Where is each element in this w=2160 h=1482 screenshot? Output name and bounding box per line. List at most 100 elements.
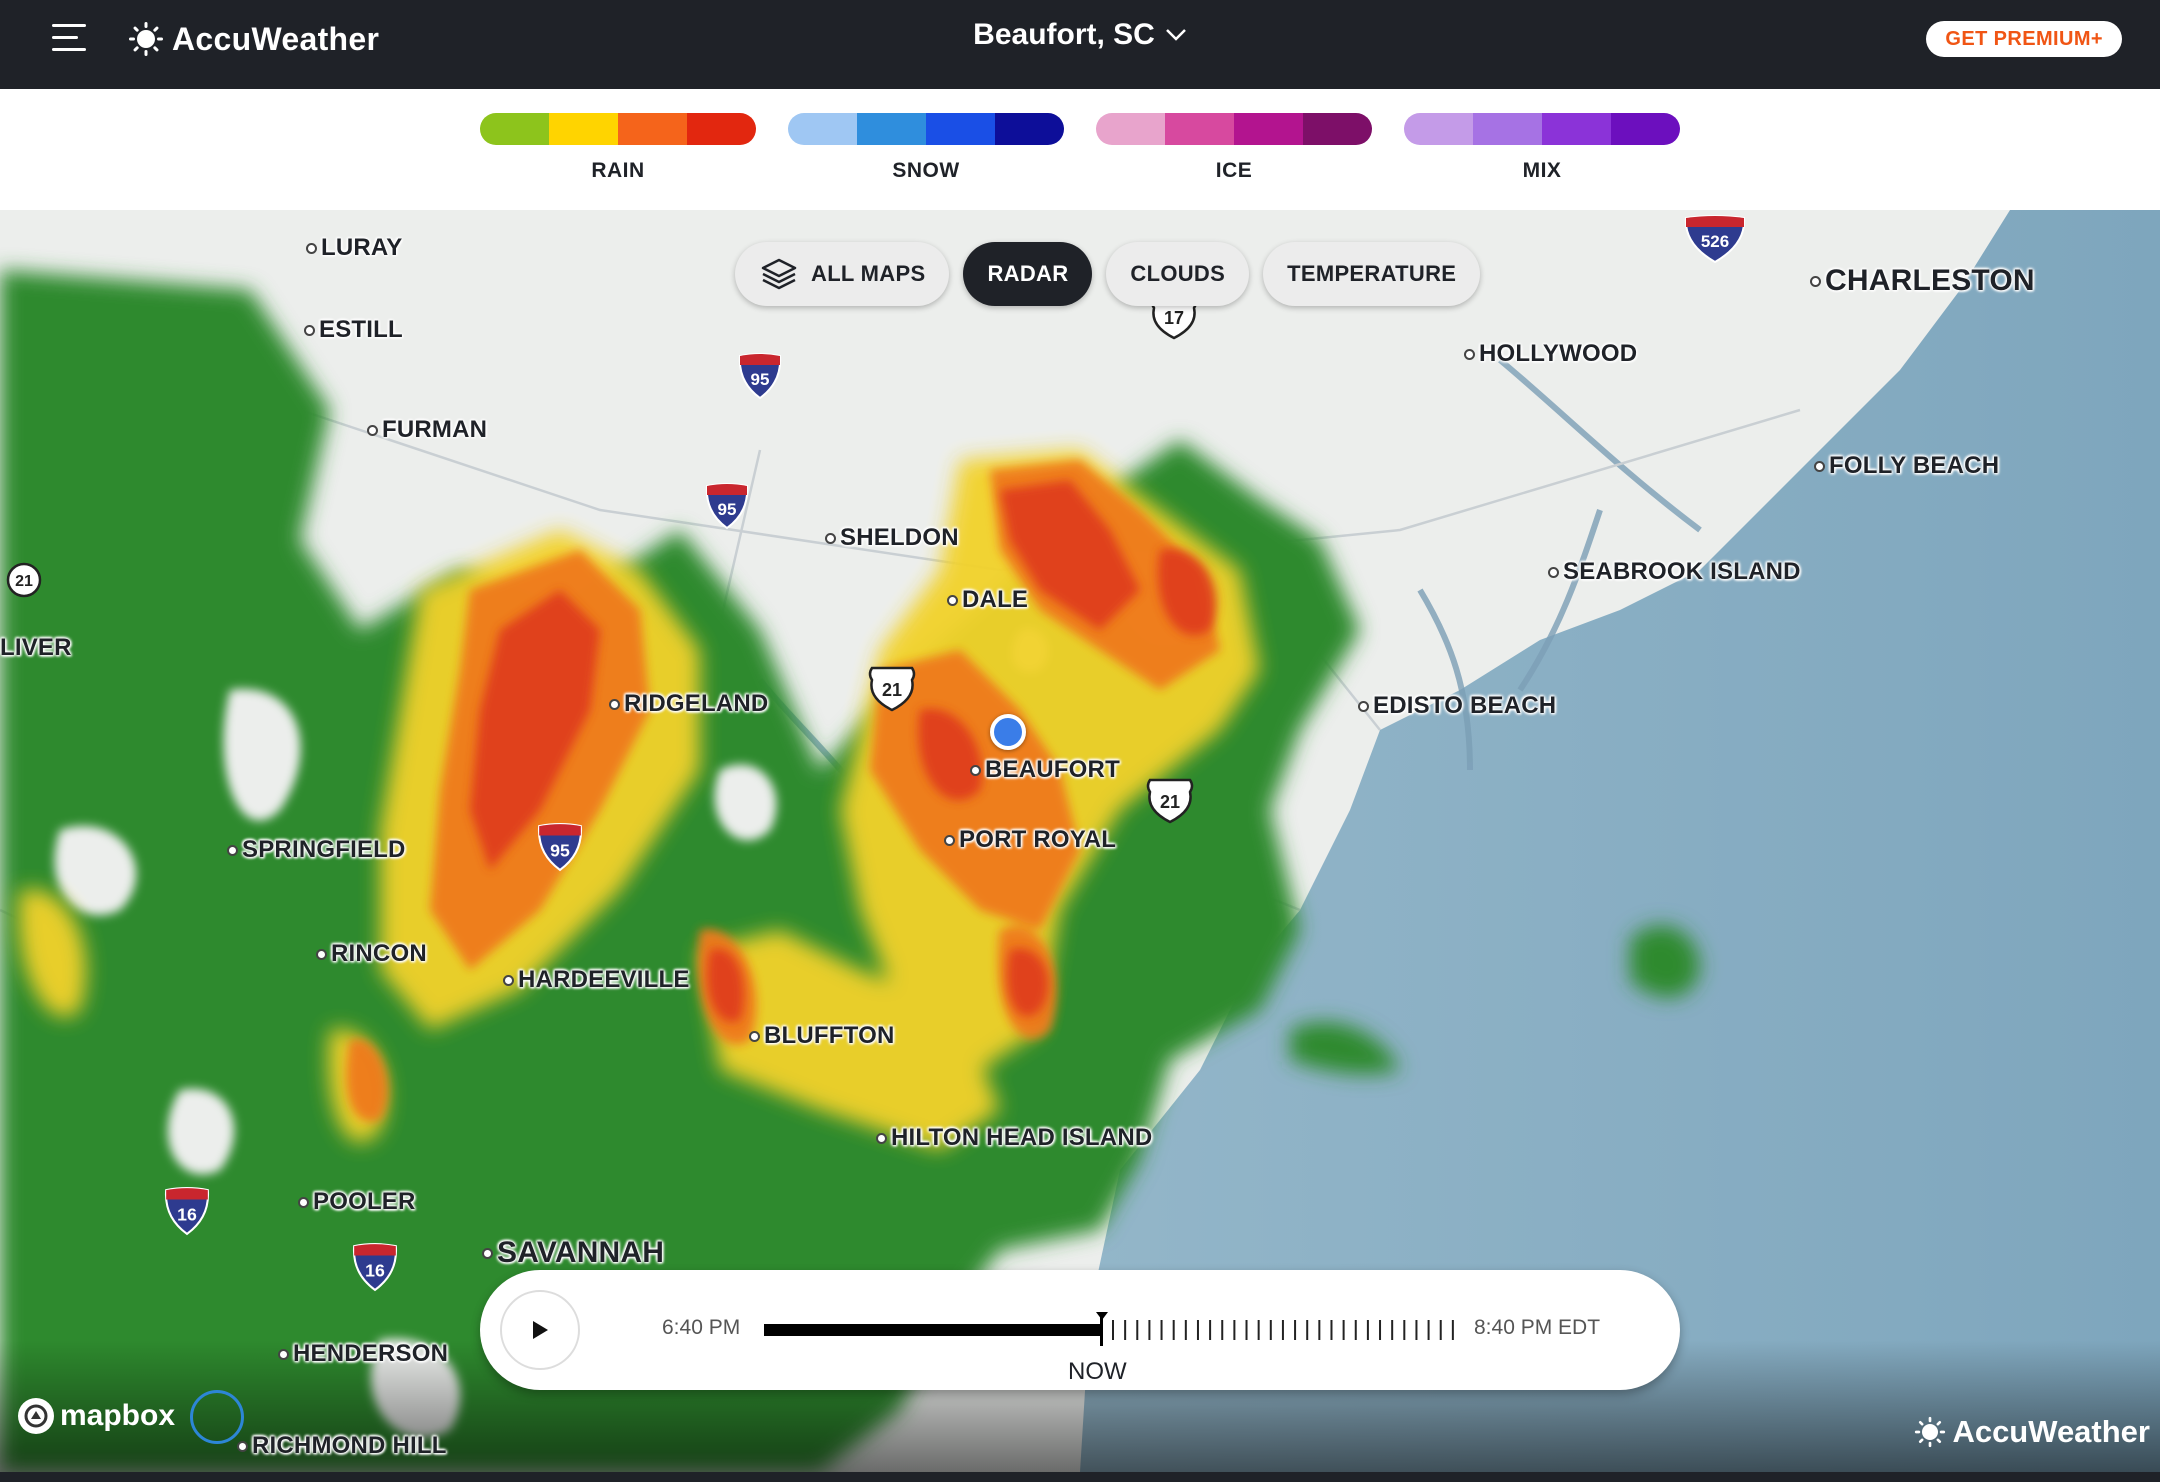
legend-swatch [618,113,687,145]
timeline-tick [1172,1320,1175,1340]
svg-text:526: 526 [1701,232,1729,251]
legend-label-ice: ICE [1215,159,1253,182]
legend-ice: ICE [1096,113,1372,183]
place-seabrook-island: SEABROOK ISLAND [1548,558,1801,586]
svg-text:21: 21 [15,573,33,590]
interstate-95-shield: 95 [705,483,749,530]
us-route-21-shield: 21 [1146,778,1194,824]
place-furman: FURMAN [367,416,487,444]
place-dot [1814,460,1825,472]
place-dot [970,764,981,776]
svg-text:21: 21 [1160,792,1180,812]
timeline-tick [1148,1320,1151,1340]
legend-swatch [1542,113,1611,145]
timeline-tick [1233,1320,1236,1340]
timeline-tick [1306,1320,1309,1340]
svg-text:95: 95 [718,500,737,519]
chevron-down-icon [1165,29,1186,41]
legend-bar-rain [480,113,756,145]
place-dot [503,974,514,986]
place-savannah: SAVANNAH [482,1236,664,1270]
place-dale: DALE [947,586,1028,614]
tab-temperature[interactable]: TEMPERATURE [1263,242,1481,306]
place-sheldon: SHELDON [825,524,959,552]
legend-swatch [995,113,1064,145]
location-name: Beaufort, SC [973,18,1155,51]
place-springfield: SPRINGFIELD [227,836,406,864]
mapbox-attribution[interactable]: mapbox [18,1398,175,1434]
place-hollywood: HOLLYWOOD [1464,340,1637,368]
timeline-tick [1294,1320,1297,1340]
legend-swatch [549,113,618,145]
accuweather-watermark: AccuWeather [1914,1414,2150,1450]
place-dot [227,844,238,856]
play-button[interactable] [500,1290,580,1370]
timeline-scrubber[interactable] [764,1312,1454,1348]
place-folly-beach: FOLLY BEACH [1814,452,1999,480]
legend-swatch [1165,113,1234,145]
radar-map[interactable]: LURAY ESTILL FURMAN LIVER SHELDON DALE R… [0,210,2160,1472]
place-dot [298,1196,309,1208]
place-dot [1464,348,1475,360]
place-beaufort: BEAUFORT [970,756,1120,784]
interstate-95-shield: 95 [537,823,583,872]
timeline-now-label: NOW [1068,1358,1127,1385]
brand-logo[interactable]: AccuWeather [128,18,379,60]
bottom-strip [0,1472,2160,1482]
place-dot [316,948,327,960]
place-dot [237,1440,248,1452]
location-selector[interactable]: Beaufort, SC [940,18,1220,52]
tab-clouds[interactable]: CLOUDS [1106,242,1250,306]
timeline-tick [1112,1320,1114,1340]
radar-timeline: 6:40 PM NOW 8:40 PM EDT [480,1270,1680,1390]
place-charleston: CHARLESTON [1810,264,2035,298]
interstate-16-shield: 16 [352,1243,398,1292]
timeline-tick [1209,1320,1212,1340]
svg-text:17: 17 [1164,308,1184,328]
timeline-tick [1439,1320,1442,1340]
timeline-tick [1245,1320,1248,1340]
place-dot [749,1030,760,1042]
accessibility-icon[interactable] [190,1390,244,1444]
interstate-16-shield: 16 [164,1187,210,1236]
menu-icon[interactable] [52,24,88,58]
svg-text:21: 21 [882,680,902,700]
svg-text:16: 16 [365,1260,385,1280]
legend-swatch [857,113,926,145]
timeline-tick [1281,1320,1284,1340]
legend-swatch [1096,113,1165,145]
legend-swatch [788,113,857,145]
legend-swatch [1473,113,1542,145]
current-location-marker[interactable] [990,714,1026,750]
tab-radar[interactable]: RADAR [963,242,1093,306]
timeline-now-marker [1096,1312,1108,1320]
place-dot [947,594,958,606]
legend-label-snow: SNOW [892,159,960,182]
place-dot [278,1348,289,1360]
legend-mix: MIX [1404,113,1680,183]
timeline-tick [1379,1320,1382,1340]
place-dot [304,324,315,336]
place-henderson: HENDERSON [278,1340,448,1368]
legend-swatch [480,113,549,145]
timeline-tick [1318,1320,1321,1340]
place-dot [1548,566,1559,578]
place-hardeeville: HARDEEVILLE [503,966,690,994]
svg-text:16: 16 [177,1204,197,1224]
legend-swatch [926,113,995,145]
timeline-tick [1427,1320,1430,1340]
us-route-21-shield: 21 [868,666,916,712]
place-luray: LURAY [306,234,402,262]
place-port-royal: PORT ROYAL [944,826,1116,854]
timeline-now-handle[interactable] [1100,1316,1103,1346]
brand-name: AccuWeather [172,20,380,57]
svg-text:95: 95 [751,370,770,389]
get-premium-button[interactable]: GET PREMIUM+ [1926,21,2122,57]
place-dot [944,834,955,846]
place-dot [825,532,836,544]
tab-all-maps[interactable]: ALL MAPS [735,242,950,306]
legend-label-mix: MIX [1522,159,1562,182]
top-bar: AccuWeather Beaufort, SC GET PREMIUM+ [0,0,2160,89]
place-dot [367,424,378,436]
place-pooler: POOLER [298,1188,416,1216]
